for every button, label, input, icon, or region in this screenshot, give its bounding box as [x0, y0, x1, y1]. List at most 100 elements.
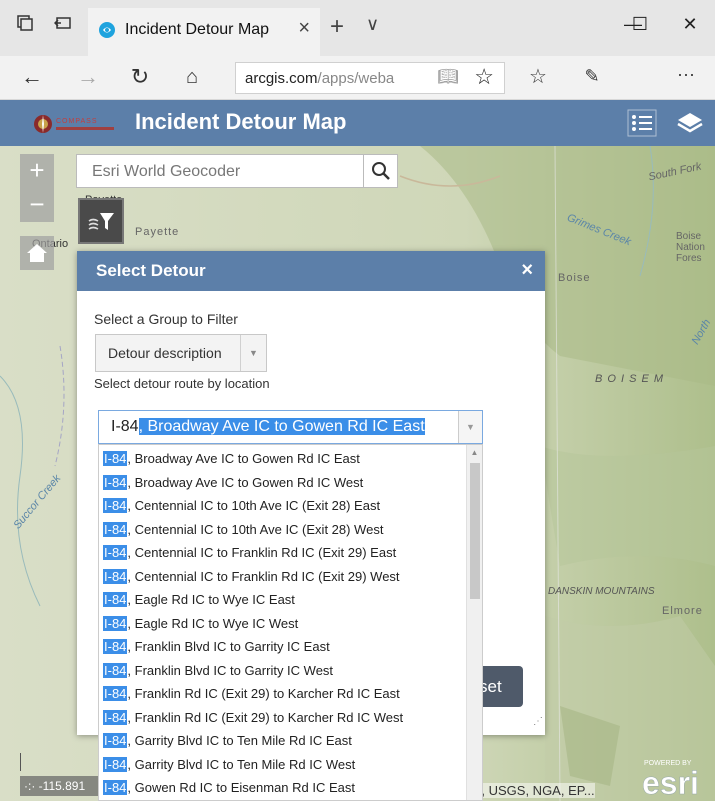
set-tabs-aside-icon[interactable]	[50, 14, 76, 40]
option-label: , Gowen Rd IC to Eisenman Rd IC East	[127, 780, 356, 795]
option-label: , Centennial IC to 10th Ave IC (Exit 28)…	[127, 498, 381, 513]
new-tab-button[interactable]: +	[330, 13, 344, 41]
web-note-pen-icon[interactable]: ✎	[576, 66, 608, 87]
dropdown-list: I-84, Broadway Ave IC to Gowen Rd IC Eas…	[99, 447, 467, 800]
label-boise: Boise	[558, 272, 591, 284]
option-label: , Centennial IC to Franklin Rd IC (Exit …	[127, 545, 397, 560]
combobox-chevron-down-icon[interactable]: ▼	[458, 411, 482, 443]
option-label: , Broadway Ave IC to Gowen Rd IC East	[127, 451, 360, 466]
browser-tab-bar: Incident Detour Map × + ∨ — ☐ ✕	[0, 0, 715, 56]
label-boise-mountains: B O I S E M	[595, 373, 665, 385]
dropdown-option[interactable]: I-84, Broadway Ave IC to Gowen Rd IC Eas…	[99, 447, 467, 471]
label-danskin-mountains: DANSKIN MOUNTAINS	[548, 586, 655, 597]
dropdown-option[interactable]: I-84, Gowen Rd IC to Eisenman Rd IC East	[99, 776, 467, 800]
dropdown-scrollbar[interactable]: ▲	[466, 445, 482, 800]
option-match-highlight: I-84	[103, 451, 128, 466]
compass-logo-icon: COMPASS	[34, 115, 114, 133]
option-match-highlight: I-84	[103, 780, 128, 795]
option-label: , Garrity Blvd IC to Ten Mile Rd IC West	[127, 756, 356, 772]
dropdown-option[interactable]: I-84, Franklin Rd IC (Exit 29) to Karche…	[99, 706, 467, 730]
crosshair-icon: ·:·	[24, 779, 36, 793]
geocoder-search[interactable]: Esri World Geocoder	[76, 154, 398, 188]
option-match-highlight: I-84	[103, 615, 128, 631]
dialog-close-icon[interactable]: ×	[521, 259, 533, 282]
tab-incident-detour-map[interactable]: Incident Detour Map ×	[88, 8, 320, 56]
dropdown-option[interactable]: I-84, Franklin Rd IC (Exit 29) to Karche…	[99, 682, 467, 706]
search-icon	[372, 162, 390, 180]
tab-preview-icon[interactable]	[12, 14, 38, 40]
detour-route-combobox[interactable]: I-84, Broadway Ave IC to Gowen Rd IC Eas…	[98, 410, 483, 444]
map-attribution[interactable]: D, USGS, NGA, EP...	[472, 783, 595, 798]
option-label: , Garrity Blvd IC to Ten Mile Rd IC East	[127, 733, 352, 748]
browser-nav-bar: ← → ↻ ⌂ arcgis.com/apps/weba 📖︎ ☆ ☆ ✎ ··…	[0, 56, 715, 100]
dropdown-option[interactable]: I-84, Franklin Blvd IC to Garrity IC Wes…	[99, 659, 467, 683]
option-match-highlight: I-84	[103, 521, 128, 537]
home-extent-button[interactable]	[20, 236, 54, 270]
logo-text: COMPASS	[56, 118, 98, 125]
coordinate-readout: ·:· -115.891	[20, 776, 100, 796]
reading-view-icon[interactable]: 📖︎	[437, 67, 459, 87]
dropdown-option[interactable]: I-84, Centennial IC to 10th Ave IC (Exit…	[99, 518, 467, 542]
dropdown-option[interactable]: I-84, Eagle Rd IC to Wye IC East	[99, 588, 467, 612]
dropdown-option[interactable]: I-84, Centennial IC to 10th Ave IC (Exit…	[99, 494, 467, 518]
dropdown-option[interactable]: I-84, Broadway Ave IC to Gowen Rd IC Wes…	[99, 471, 467, 495]
dropdown-option[interactable]: I-84, Franklin Blvd IC to Garrity IC Eas…	[99, 635, 467, 659]
url-domain: arcgis.com	[245, 70, 318, 87]
option-match-highlight: I-84	[103, 568, 128, 584]
label-boise-national-forest: Boise Nation Fores	[676, 231, 705, 264]
filter-icon	[88, 213, 114, 230]
combobox-text[interactable]: I-84, Broadway Ave IC to Gowen Rd IC Eas…	[111, 418, 425, 436]
group-filter-select[interactable]: Detour description ▼	[95, 334, 267, 372]
filter-button[interactable]	[78, 198, 124, 244]
layers-icon[interactable]	[675, 109, 705, 137]
chevron-down-icon[interactable]: ▼	[240, 335, 266, 371]
combobox-selected-text: , Broadway Ave IC to Gowen Rd IC East	[138, 418, 425, 435]
more-menu-icon[interactable]: ···	[670, 64, 702, 85]
option-label: , Eagle Rd IC to Wye IC West	[127, 615, 299, 631]
dropdown-option[interactable]: I-84, Eagle Rd IC to Wye IC West	[99, 612, 467, 636]
dropdown-option[interactable]: I-84, Garrity Blvd IC to Ten Mile Rd IC …	[99, 729, 467, 753]
dropdown-option[interactable]: I-84, Centennial IC to Franklin Rd IC (E…	[99, 565, 467, 589]
esri-text: esri	[642, 765, 699, 798]
detour-route-dropdown: I-84, Broadway Ave IC to Gowen Rd IC Eas…	[98, 444, 483, 801]
option-label: , Centennial IC to Franklin Rd IC (Exit …	[127, 568, 400, 584]
app-title: Incident Detour Map	[135, 109, 347, 134]
favorite-star-icon[interactable]: ☆	[474, 64, 494, 90]
label-elmore: Elmore	[662, 605, 703, 617]
option-match-highlight: I-84	[103, 709, 128, 725]
dialog-header: Select Detour ×	[77, 251, 545, 291]
refresh-icon[interactable]: ↻	[124, 64, 156, 90]
dropdown-option[interactable]: I-84, Garrity Blvd IC to Ten Mile Rd IC …	[99, 753, 467, 777]
option-label: , Franklin Rd IC (Exit 29) to Karcher Rd…	[127, 686, 400, 701]
back-arrow-icon[interactable]: ←	[16, 64, 48, 90]
url-path: /apps/weba	[317, 70, 395, 87]
maximize-button[interactable]: ☐	[620, 14, 660, 35]
address-bar[interactable]: arcgis.com/apps/weba 📖︎ ☆	[235, 62, 505, 94]
option-match-highlight: I-84	[103, 498, 128, 513]
zoom-out-button[interactable]: −	[20, 188, 54, 222]
close-window-button[interactable]: ✕	[670, 14, 710, 35]
dialog-title: Select Detour	[96, 261, 206, 280]
home-extent-icon	[27, 244, 47, 262]
scale-bar	[20, 753, 21, 771]
dropdown-option[interactable]: I-84, Centennial IC to Franklin Rd IC (E…	[99, 541, 467, 565]
tab-close-icon[interactable]: ×	[298, 17, 310, 40]
zoom-in-button[interactable]: +	[20, 154, 54, 188]
legend-list-icon[interactable]	[627, 109, 657, 137]
search-button[interactable]	[363, 155, 397, 187]
tab-list-chevron-icon[interactable]: ∨	[366, 14, 379, 35]
favorites-hub-icon[interactable]: ☆	[522, 64, 554, 89]
scrollbar-thumb[interactable]	[470, 463, 480, 599]
scroll-up-arrow-icon[interactable]: ▲	[467, 445, 482, 461]
home-icon[interactable]: ⌂	[176, 66, 208, 89]
forward-arrow-icon[interactable]: →	[72, 64, 104, 90]
option-match-highlight: I-84	[103, 639, 128, 654]
option-label: , Franklin Blvd IC to Garrity IC East	[127, 639, 330, 654]
option-match-highlight: I-84	[103, 474, 128, 490]
esri-logo-icon[interactable]: POWERED BY esri	[640, 754, 710, 798]
option-match-highlight: I-84	[103, 686, 128, 701]
resize-grip-icon[interactable]: ⋰	[533, 716, 543, 727]
group-filter-label: Select a Group to Filter	[94, 311, 238, 327]
search-input[interactable]: Esri World Geocoder	[92, 163, 240, 181]
option-match-highlight: I-84	[103, 756, 128, 772]
